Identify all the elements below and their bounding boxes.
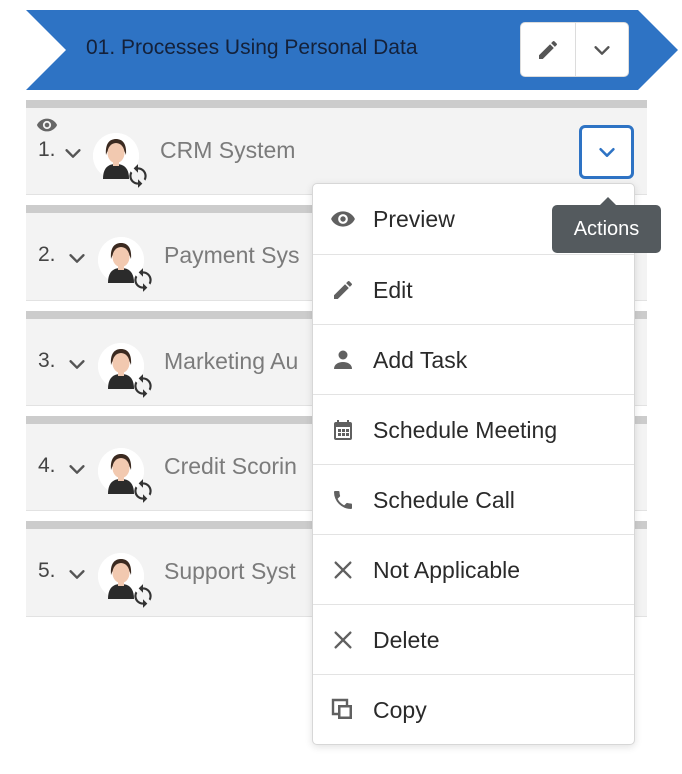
avatar	[93, 133, 147, 188]
row-title[interactable]: Support Syst	[164, 558, 296, 585]
chevron-down-icon	[598, 147, 615, 157]
menu-item-not-applicable[interactable]: Not Applicable	[313, 535, 634, 605]
avatar	[98, 553, 152, 608]
pencil-icon	[334, 280, 353, 299]
chevron-down-icon[interactable]	[66, 458, 88, 480]
person-icon	[334, 350, 352, 369]
header-toggle-button[interactable]	[574, 23, 629, 76]
chevron-down-icon[interactable]	[66, 247, 88, 269]
row-number: 4.	[38, 454, 56, 477]
sync-icon	[134, 479, 152, 503]
menu-item-label: Not Applicable	[373, 556, 521, 583]
menu-item-edit[interactable]: Edit	[313, 255, 634, 325]
chevron-down-icon[interactable]	[66, 353, 88, 375]
section-title: 01. Processes Using Personal Data	[86, 36, 418, 59]
menu-item-label: Edit	[373, 276, 413, 303]
eye-icon	[331, 211, 355, 227]
row-title[interactable]: Payment Sys	[164, 242, 300, 269]
sync-icon	[129, 164, 147, 188]
sync-icon	[134, 584, 152, 608]
chevron-down-icon[interactable]	[62, 142, 84, 164]
chevron-down-icon[interactable]	[66, 563, 88, 585]
menu-item-label: Preview	[373, 205, 455, 232]
menu-item-label: Schedule Call	[373, 486, 515, 513]
row-number: 1.	[38, 138, 56, 161]
copy-icon	[331, 698, 352, 719]
row-number: 2.	[38, 243, 56, 266]
avatar	[98, 448, 152, 503]
menu-item-label: Add Task	[373, 346, 468, 373]
phone-icon	[334, 491, 352, 509]
actions-tooltip: Actions	[552, 197, 661, 253]
header-edit-button[interactable]	[521, 23, 575, 76]
close-icon	[334, 631, 352, 649]
list-item[interactable]: 1. CRM System	[26, 100, 647, 195]
sync-icon	[134, 268, 152, 292]
menu-item-delete[interactable]: Delete	[313, 605, 634, 675]
menu-item-copy[interactable]: Copy	[313, 675, 634, 745]
close-icon	[334, 561, 352, 579]
row-number: 5.	[38, 559, 56, 582]
avatar	[98, 343, 152, 398]
pencil-icon	[538, 40, 557, 59]
calendar-icon	[334, 420, 352, 440]
actions-menu: Preview Edit Add Task Schedule Meeting S…	[312, 183, 635, 745]
menu-item-label: Delete	[373, 626, 440, 653]
chevron-down-icon	[594, 45, 610, 55]
sync-icon	[134, 374, 152, 398]
actions-button[interactable]	[579, 125, 634, 179]
row-number: 3.	[38, 349, 56, 372]
menu-item-label: Copy	[373, 696, 427, 723]
menu-item-schedule-call[interactable]: Schedule Call	[313, 465, 634, 535]
menu-item-schedule-meeting[interactable]: Schedule Meeting	[313, 395, 634, 465]
header-button-group	[520, 22, 629, 77]
row-title[interactable]: Credit Scorin	[164, 453, 297, 480]
menu-item-label: Schedule Meeting	[373, 416, 558, 443]
menu-item-add-task[interactable]: Add Task	[313, 325, 634, 395]
eye-icon[interactable]	[34, 114, 60, 136]
row-title[interactable]: CRM System	[160, 137, 295, 164]
row-title[interactable]: Marketing Au	[164, 348, 298, 375]
avatar	[98, 237, 152, 292]
